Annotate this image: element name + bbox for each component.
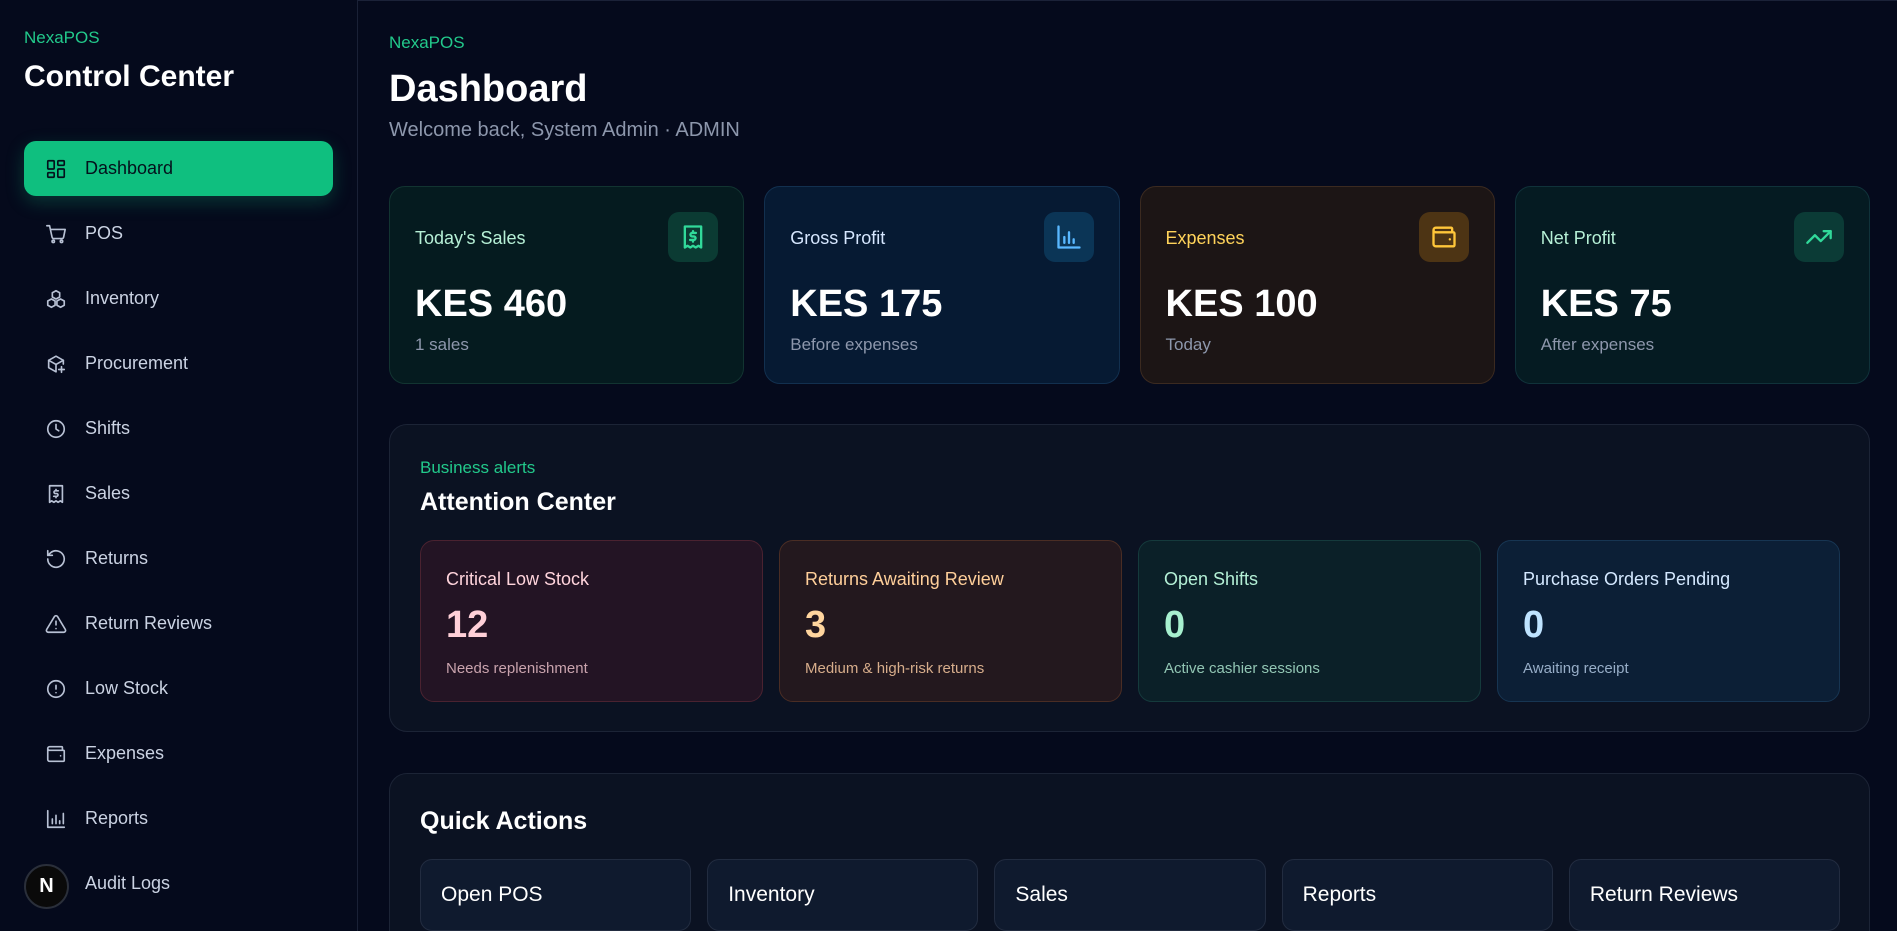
alert-sub: Active cashier sessions: [1164, 660, 1320, 677]
sidebar-brand: NexaPOS: [24, 28, 100, 47]
alert-label: Purchase Orders Pending: [1523, 569, 1731, 589]
stat-label: Expenses: [1165, 228, 1245, 248]
welcome-subtitle: Welcome back, System Admin · ADMIN: [389, 119, 740, 141]
alert-card-purchase-orders-pending[interactable]: Purchase Orders Pending 0 Awaiting recei…: [1497, 540, 1840, 702]
sidebar: NexaPOS Control Center Dashboard POS Inv…: [0, 0, 358, 931]
sidebar-item-returns[interactable]: Returns: [24, 531, 333, 586]
stat-card-gross-profit: Gross Profit KES 175 Before expenses: [764, 186, 1120, 384]
alert-value: 12: [446, 604, 489, 646]
alert-card-open-shifts[interactable]: Open Shifts 0 Active cashier sessions: [1138, 540, 1481, 702]
clock-icon: [44, 417, 68, 441]
sidebar-item-label: Sales: [85, 483, 131, 503]
alert-label: Open Shifts: [1164, 569, 1259, 589]
sidebar-item-expenses[interactable]: Expenses: [24, 726, 333, 781]
alert-value: 0: [1523, 604, 1545, 646]
receipt-icon: [44, 482, 68, 506]
wallet-icon: [44, 742, 68, 766]
dashboard-icon: [44, 157, 68, 181]
stat-sub: After expenses: [1540, 335, 1655, 354]
stat-card-todays-sales: Today's Sales KES 460 1 sales: [389, 186, 745, 384]
rotate-ccw-icon: [44, 547, 68, 571]
sidebar-title: Control Center: [24, 60, 234, 93]
quick-actions-title: Quick Actions: [420, 807, 588, 835]
alert-sub: Medium & high-risk returns: [805, 660, 985, 677]
sidebar-nav: Dashboard POS Inventory Procurement Shif…: [24, 141, 333, 921]
sidebar-item-reports[interactable]: Reports: [24, 791, 333, 846]
bar-chart-icon: [1043, 212, 1094, 262]
attention-center-panel: Business alerts Attention Center Critica…: [389, 424, 1870, 732]
sidebar-item-label: Reports: [85, 808, 149, 828]
alert-triangle-icon: [44, 612, 68, 636]
stat-value: KES 175: [790, 283, 943, 325]
sidebar-item-label: Returns: [85, 548, 149, 568]
alert-circle-icon: [44, 677, 68, 701]
sidebar-item-label: Procurement: [85, 353, 189, 373]
stat-sub: Today: [1165, 335, 1211, 354]
wallet-icon: [1418, 212, 1469, 262]
sidebar-item-pos[interactable]: POS: [24, 206, 333, 261]
sidebar-item-label: Return Reviews: [85, 613, 213, 633]
sidebar-item-inventory[interactable]: Inventory: [24, 271, 333, 326]
sidebar-item-audit-logs[interactable]: Audit Logs: [24, 856, 333, 911]
alerts-eyebrow: Business alerts: [420, 458, 536, 477]
header-eyebrow: NexaPOS: [389, 33, 465, 52]
sidebar-item-label: POS: [85, 223, 124, 243]
alert-value: 0: [1164, 604, 1186, 646]
alert-label: Returns Awaiting Review: [805, 569, 1004, 589]
quick-actions-panel: Quick Actions Open POS Inventory Sales R…: [389, 773, 1870, 931]
sidebar-item-dashboard[interactable]: Dashboard: [24, 141, 333, 196]
stat-sub: 1 sales: [415, 335, 469, 354]
cart-icon: [44, 222, 68, 246]
alert-cards: Critical Low Stock 12 Needs replenishmen…: [420, 540, 1840, 702]
sidebar-item-label: Inventory: [85, 288, 160, 308]
return-reviews-button[interactable]: Return Reviews: [1568, 859, 1841, 931]
package-plus-icon: [44, 352, 68, 376]
alert-card-critical-low-stock[interactable]: Critical Low Stock 12 Needs replenishmen…: [420, 540, 763, 702]
boxes-icon: [44, 287, 68, 311]
sidebar-item-label: Shifts: [85, 418, 131, 438]
quick-actions-buttons: Open POS Inventory Sales Reports Return …: [420, 859, 1841, 931]
sidebar-item-procurement[interactable]: Procurement: [24, 336, 333, 391]
open-pos-button[interactable]: Open POS: [420, 859, 692, 931]
page-title: Dashboard: [389, 68, 588, 110]
alert-sub: Needs replenishment: [446, 660, 588, 677]
sidebar-item-label: Expenses: [85, 743, 165, 763]
reports-button[interactable]: Reports: [1281, 859, 1553, 931]
sidebar-item-label: Dashboard: [85, 158, 174, 178]
sidebar-item-label: Low Stock: [85, 678, 169, 698]
avatar-letter: N: [39, 875, 54, 897]
trending-up-icon: [1794, 212, 1844, 262]
sidebar-item-low-stock[interactable]: Low Stock: [24, 661, 333, 716]
stat-value: KES 100: [1165, 283, 1318, 325]
bar-chart-icon: [44, 807, 68, 831]
alert-card-returns-awaiting-review[interactable]: Returns Awaiting Review 3 Medium & high-…: [779, 540, 1122, 702]
stat-label: Net Profit: [1540, 228, 1616, 248]
inventory-button[interactable]: Inventory: [707, 859, 979, 931]
alert-label: Critical Low Stock: [446, 569, 590, 589]
stat-sub: Before expenses: [790, 335, 918, 354]
avatar[interactable]: N: [24, 864, 69, 909]
sidebar-item-label: Audit Logs: [85, 873, 171, 893]
stats-row: Today's Sales KES 460 1 sales Gross Prof…: [389, 186, 1870, 384]
stat-value: KES 75: [1540, 283, 1672, 325]
alert-value: 3: [805, 604, 827, 646]
alerts-title: Attention Center: [420, 488, 616, 516]
stat-card-net-profit: Net Profit KES 75 After expenses: [1514, 186, 1870, 384]
sidebar-item-shifts[interactable]: Shifts: [24, 401, 333, 456]
stat-card-expenses: Expenses KES 100 Today: [1139, 186, 1495, 384]
stat-value: KES 460: [415, 283, 568, 325]
receipt-dollar-icon: [668, 212, 719, 262]
sales-button[interactable]: Sales: [994, 859, 1266, 931]
sidebar-item-sales[interactable]: Sales: [24, 466, 333, 521]
alert-sub: Awaiting receipt: [1523, 660, 1629, 677]
stat-label: Today's Sales: [415, 228, 526, 248]
stat-label: Gross Profit: [790, 228, 886, 248]
sidebar-item-return-reviews[interactable]: Return Reviews: [24, 596, 333, 651]
